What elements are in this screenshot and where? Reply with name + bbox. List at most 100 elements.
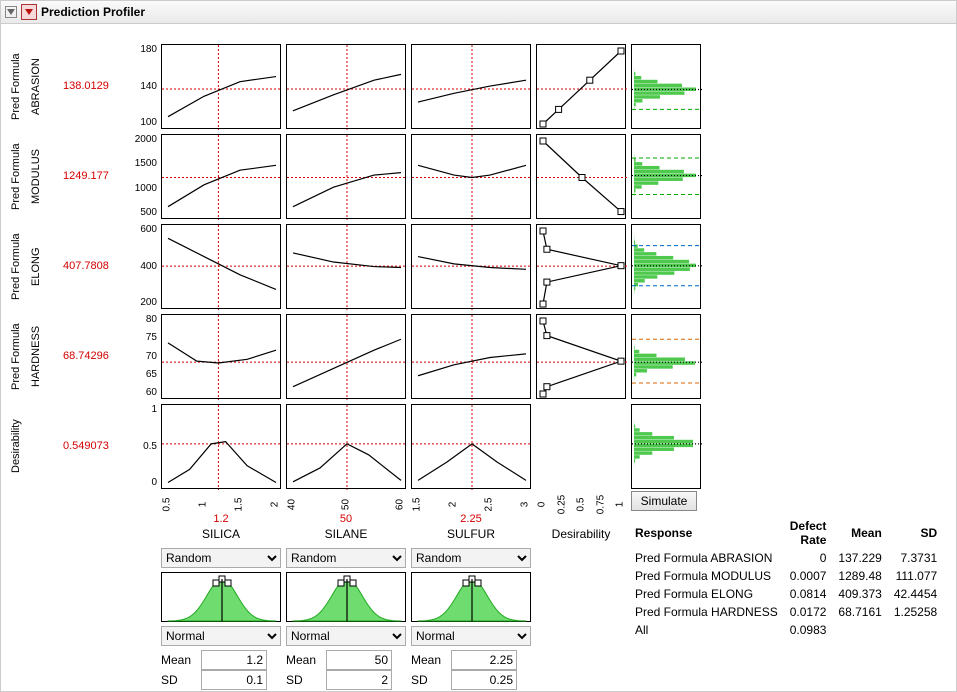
cell-HARDNESS-SULFUR (411, 314, 531, 399)
factor-density-silica (161, 572, 281, 622)
cell-HARDNESS-SILICA (161, 314, 281, 399)
y-tick: 600 (129, 224, 157, 235)
mean-label: Mean (411, 653, 445, 667)
panel-title: Prediction Profiler (41, 5, 145, 19)
results-header: Response (633, 518, 786, 548)
results-header: SD (892, 518, 945, 548)
y-tick: 400 (129, 261, 157, 272)
cell-ELONG-SILICA (161, 224, 281, 309)
cell-ABRASION-density (631, 44, 701, 129)
factor-mode-select-silane[interactable]: Random (286, 548, 406, 568)
cell-Desirability-density (631, 404, 701, 489)
results-header: Mean (836, 518, 889, 548)
y-tick: 65 (129, 369, 157, 380)
mean-label: Mean (286, 653, 320, 667)
y-tick: 75 (129, 332, 157, 343)
factor-sd-input-silane[interactable] (326, 670, 392, 690)
factor-mean-input-silica[interactable] (201, 650, 267, 670)
row-label-elong: Pred Formula ELONG (9, 228, 43, 305)
table-row: Pred Formula ELONG0.0814409.37342.4454 (633, 586, 945, 602)
mean-label: Mean (161, 653, 195, 667)
cell-ABRASION-desir (536, 44, 626, 129)
y-tick: 1500 (129, 158, 157, 169)
x-name-silane: SILANE (286, 527, 406, 541)
table-row: Pred Formula MODULUS0.00071289.48111.077 (633, 568, 945, 584)
row-label-modulus: Pred Formula MODULUS (9, 138, 43, 215)
profiler-window: Prediction Profiler Pred Formula ABRASION… (0, 0, 957, 692)
row-axis-label-1: Desirability (9, 408, 23, 485)
x-name-sulfur: SULFUR (411, 527, 531, 541)
factor-mean-input-silane[interactable] (326, 650, 392, 670)
factor-density-silane (286, 572, 406, 622)
cell-MODULUS-SULFUR (411, 134, 531, 219)
cell-MODULUS-SILICA (161, 134, 281, 219)
sd-label: SD (411, 673, 445, 687)
row-label-hardness: Pred Formula HARDNESS (9, 318, 43, 395)
row-label-desir: Desirability (9, 408, 23, 485)
cell-HARDNESS-desir (536, 314, 626, 399)
predicted-value-desir: 0.549073 (63, 440, 109, 452)
y-tick: 1 (129, 404, 157, 415)
cell-HARDNESS-SILANE (286, 314, 406, 399)
y-tick: 1000 (129, 183, 157, 194)
table-row: Pred Formula HARDNESS0.017268.71611.2525… (633, 604, 945, 620)
table-row: All0.0983 (633, 622, 945, 638)
cell-ELONG-density (631, 224, 701, 309)
cell-ABRASION-SILICA (161, 44, 281, 129)
predicted-value-abrasion: 138.0129 (63, 80, 109, 92)
cell-ELONG-SULFUR (411, 224, 531, 309)
simulate-button[interactable]: Simulate (631, 491, 697, 511)
y-tick: 0.5 (129, 441, 157, 452)
factor-sd-input-silica[interactable] (201, 670, 267, 690)
x-name-desirability: Desirability (536, 527, 626, 541)
cell-ABRASION-SILANE (286, 44, 406, 129)
row-axis-label-2: HARDNESS (29, 318, 43, 395)
row-axis-label-1: Pred Formula (9, 318, 23, 395)
row-axis-label-1: Pred Formula (9, 228, 23, 305)
factor-mode-select-silica[interactable]: Random (161, 548, 281, 568)
hotspot-icon[interactable] (21, 4, 37, 20)
y-tick: 70 (129, 351, 157, 362)
simulation-results-table: ResponseDefectRateMeanSD Pred Formula AB… (631, 516, 947, 640)
y-tick: 2000 (129, 134, 157, 145)
cell-MODULUS-desir (536, 134, 626, 219)
row-label-abrasion: Pred Formula ABRASION (9, 48, 43, 125)
profiler-content: Pred FormulaABRASION138.0129100140180Pre… (1, 24, 956, 691)
row-axis-label-2: ELONG (29, 228, 43, 305)
factor-density-sulfur (411, 572, 531, 622)
y-tick: 500 (129, 207, 157, 218)
y-tick: 180 (129, 44, 157, 55)
x-name-silica: SILICA (161, 527, 281, 541)
cell-ELONG-SILANE (286, 224, 406, 309)
sd-label: SD (286, 673, 320, 687)
x-current-silica[interactable]: 1.2 (161, 513, 281, 525)
cell-Desirability-SILICA (161, 404, 281, 489)
cell-ABRASION-SULFUR (411, 44, 531, 129)
x-ticks-desirability: 00.250.50.751 (536, 499, 626, 519)
factor-dist-select-silane[interactable]: Normal (286, 626, 406, 646)
x-current-silane[interactable]: 50 (286, 513, 406, 525)
cell-MODULUS-density (631, 134, 701, 219)
factor-dist-select-silica[interactable]: Normal (161, 626, 281, 646)
y-tick: 0 (129, 477, 157, 488)
x-current-sulfur[interactable]: 2.25 (411, 513, 531, 525)
factor-mode-select-sulfur[interactable]: Random (411, 548, 531, 568)
cell-Desirability-SILANE (286, 404, 406, 489)
titlebar: Prediction Profiler (1, 1, 956, 24)
row-axis-label-2: ABRASION (29, 48, 43, 125)
y-tick: 80 (129, 314, 157, 325)
y-tick: 60 (129, 387, 157, 398)
results-header: DefectRate (788, 518, 835, 548)
factor-sd-input-sulfur[interactable] (451, 670, 517, 690)
predicted-value-modulus: 1249.177 (63, 170, 109, 182)
y-tick: 200 (129, 297, 157, 308)
row-axis-label-1: Pred Formula (9, 48, 23, 125)
cell-ELONG-desir (536, 224, 626, 309)
cell-MODULUS-SILANE (286, 134, 406, 219)
row-axis-label-2: MODULUS (29, 138, 43, 215)
disclosure-icon[interactable] (5, 6, 17, 18)
factor-mean-input-sulfur[interactable] (451, 650, 517, 670)
factor-dist-select-sulfur[interactable]: Normal (411, 626, 531, 646)
sd-label: SD (161, 673, 195, 687)
row-axis-label-1: Pred Formula (9, 138, 23, 215)
